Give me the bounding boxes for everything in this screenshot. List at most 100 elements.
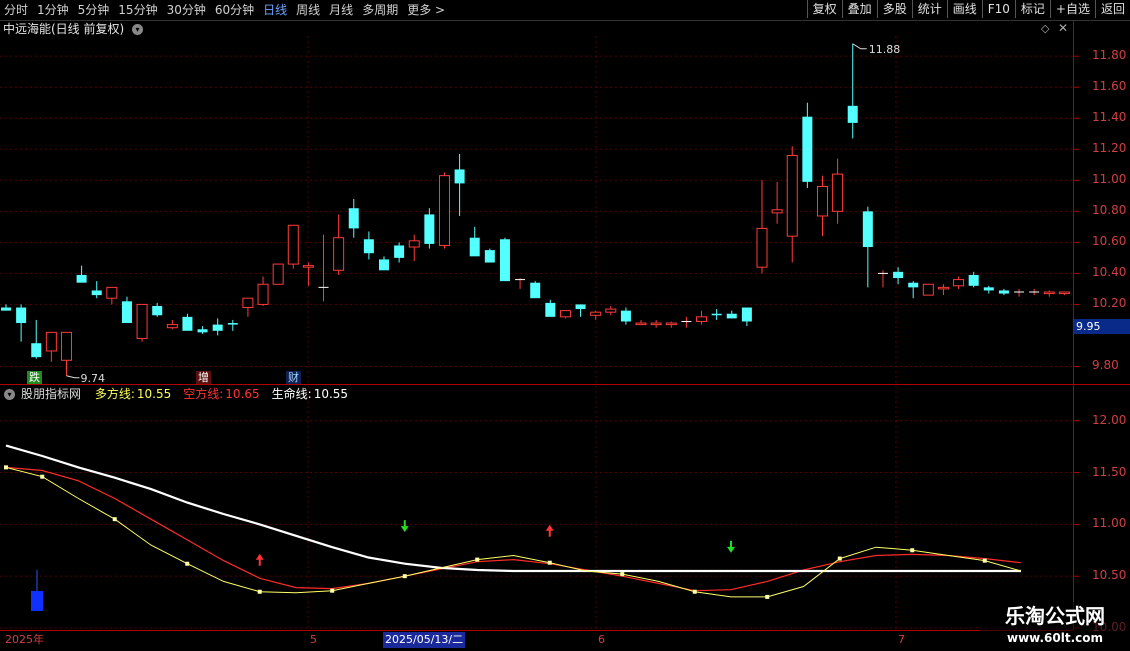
y-tick-label: 10.20 [1092, 296, 1127, 311]
candle-body-down [16, 307, 27, 324]
candlestick [60, 331, 72, 376]
candle-body-up [786, 154, 798, 237]
candle-body-up [816, 186, 828, 217]
bull-line-marker [620, 572, 625, 577]
candlestick [726, 310, 737, 319]
candlestick [394, 242, 405, 263]
bull-line-marker [475, 557, 480, 562]
candlestick [242, 297, 254, 317]
candle-body-down [227, 323, 238, 325]
high-pointer [852, 43, 867, 50]
candle-body-up [756, 227, 768, 268]
candlestick [76, 265, 87, 283]
bull-line-marker [257, 589, 262, 594]
candlestick [786, 146, 798, 263]
candlestick [711, 309, 722, 320]
y-tick-label: 12.00 [1092, 412, 1127, 427]
bull-line-marker [40, 474, 45, 479]
candle-body-up [272, 263, 284, 285]
candlestick [922, 283, 934, 296]
candlestick [756, 180, 768, 274]
candle-body-up [953, 279, 965, 287]
candlestick [937, 284, 949, 296]
candlestick [620, 307, 631, 325]
candle-body-up [1043, 291, 1055, 295]
candle-body-up [302, 265, 314, 268]
event-tag[interactable]: 跌 [27, 371, 42, 384]
bull-line-marker [982, 558, 987, 563]
signal-bar [31, 591, 43, 611]
low-label: 9.74 [80, 372, 105, 385]
y-tick-label: 11.80 [1092, 48, 1127, 63]
y-tick-label: 11.00 [1092, 172, 1127, 187]
candlestick [515, 278, 526, 289]
bull-line-marker [4, 465, 8, 470]
candlestick [998, 288, 1009, 296]
bull-line-marker [910, 548, 915, 553]
candlestick [182, 313, 193, 331]
candlestick [771, 181, 783, 224]
event-tag[interactable]: 增 [196, 371, 211, 384]
y-tick-label: 11.60 [1092, 79, 1127, 94]
candlestick [469, 226, 480, 257]
bull-line-marker [185, 561, 190, 566]
candlestick [832, 158, 844, 224]
candle-body-down [363, 239, 374, 254]
candle-body-down [726, 313, 737, 319]
candlestick [166, 319, 178, 330]
candle-body-down [379, 259, 389, 271]
candlestick [530, 281, 541, 299]
panel-separator [0, 384, 1073, 385]
candlestick [1029, 288, 1040, 296]
candlestick [484, 248, 495, 263]
candle-body-down [484, 250, 495, 263]
panel-separator-axis [1073, 384, 1130, 385]
date-axis: 2025年 5 2025/05/13/二 6 7 [0, 630, 1073, 651]
candlestick [1014, 288, 1025, 297]
candle-body-up [287, 224, 299, 265]
candlestick [333, 214, 345, 275]
candle-body-up [166, 324, 178, 329]
candle-body-up [650, 322, 662, 326]
candle-body-up [832, 173, 844, 212]
candlestick [696, 310, 708, 325]
candlestick [605, 305, 617, 316]
y-tick-label: 10.80 [1092, 203, 1127, 218]
candlestick [953, 276, 965, 289]
sell-signal-arrow [727, 540, 735, 553]
candle-body-down [998, 290, 1009, 294]
candlestick [968, 271, 979, 288]
candle-body-down [620, 310, 631, 322]
y-tick-label: 11.00 [1092, 516, 1127, 531]
candle-body-down [469, 237, 480, 257]
buy-signal-arrow [545, 524, 554, 537]
candlestick [212, 318, 223, 336]
candlestick [802, 102, 813, 189]
watermark-url: www.60lt.com [1006, 631, 1104, 645]
event-tag[interactable]: 财 [286, 371, 301, 384]
buy-signal-arrow [255, 553, 264, 566]
candle-body-down [711, 313, 722, 316]
series-bear-line [5, 466, 1022, 592]
high-label: 11.88 [869, 43, 901, 56]
candle-body-down [91, 290, 102, 296]
candlestick [227, 319, 238, 331]
candlestick [197, 326, 208, 334]
candle-body-up [45, 331, 57, 352]
candle-body-up [937, 286, 949, 290]
candlestick [318, 234, 329, 302]
bull-line-marker [330, 588, 335, 593]
candlestick [348, 198, 359, 238]
date-label: 6 [598, 633, 605, 646]
candle-body-up [635, 322, 647, 326]
bull-line-marker [402, 574, 407, 579]
y-tick-label: 10.40 [1092, 265, 1127, 280]
candlestick [1058, 291, 1070, 296]
candlestick [681, 316, 692, 328]
candlestick [379, 256, 389, 271]
indicator-lines [4, 444, 1022, 611]
candle-body-down [121, 301, 132, 324]
candlestick [559, 310, 571, 319]
candlestick [257, 276, 269, 306]
date-label: 5 [310, 633, 317, 646]
